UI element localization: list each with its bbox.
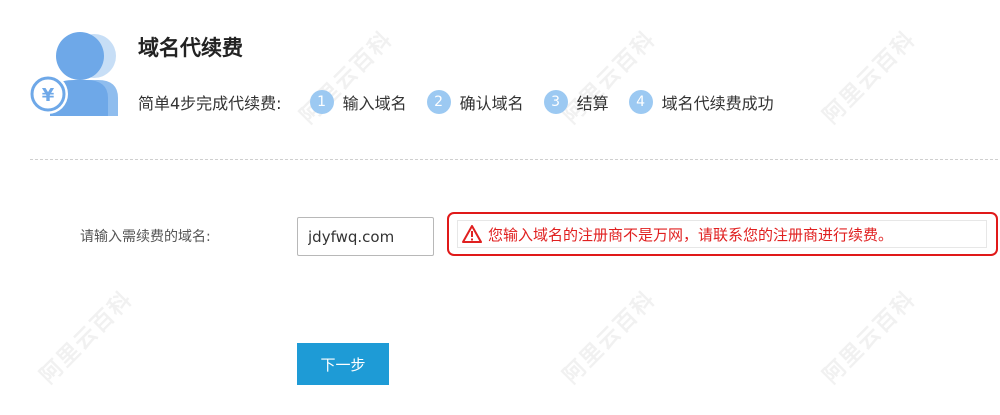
step-label: 确认域名: [459, 94, 524, 113]
watermark: 阿里云百科: [818, 286, 922, 390]
step-label: 域名代续费成功: [661, 94, 774, 113]
steps-intro: 简单4步完成代续费:: [138, 94, 282, 113]
watermark: 阿里云百科: [558, 286, 662, 390]
steps-bar: 简单4步完成代续费: 1 输入域名 2 确认域名 3 结算 4 域名代续费成功: [138, 88, 794, 116]
step-number: 4: [628, 90, 653, 114]
domain-renewal-page: 阿里云百科 阿里云百科 阿里云百科 阿里云百科 阿里云百科 阿里云百科 ¥ 域名…: [0, 0, 1000, 415]
domain-label: 请输入需续费的域名:: [80, 229, 211, 245]
step-number: 2: [426, 90, 451, 114]
step-3: 3 结算: [543, 90, 609, 114]
step-1: 1 输入域名: [309, 90, 407, 114]
step-4: 4 域名代续费成功: [628, 90, 774, 114]
watermark: 阿里云百科: [818, 26, 922, 130]
step-label: 输入域名: [342, 94, 407, 113]
divider: [30, 159, 998, 160]
svg-text:¥: ¥: [42, 85, 55, 106]
error-message: 您输入域名的注册商不是万网，请联系您的注册商进行续费。: [457, 220, 987, 248]
error-highlight-box: 您输入域名的注册商不是万网，请联系您的注册商进行续费。: [447, 212, 998, 256]
step-number: 3: [543, 90, 568, 114]
domain-input[interactable]: [297, 217, 434, 256]
page-title: 域名代续费: [138, 36, 243, 60]
watermark: 阿里云百科: [35, 286, 139, 390]
error-text: 您输入域名的注册商不是万网，请联系您的注册商进行续费。: [488, 225, 894, 244]
step-2: 2 确认域名: [426, 90, 524, 114]
step-label: 结算: [576, 94, 609, 113]
warning-triangle-icon: [462, 225, 482, 243]
step-number: 1: [309, 90, 334, 114]
next-step-button[interactable]: 下一步: [297, 343, 389, 385]
user-yen-icon: ¥: [28, 32, 118, 116]
